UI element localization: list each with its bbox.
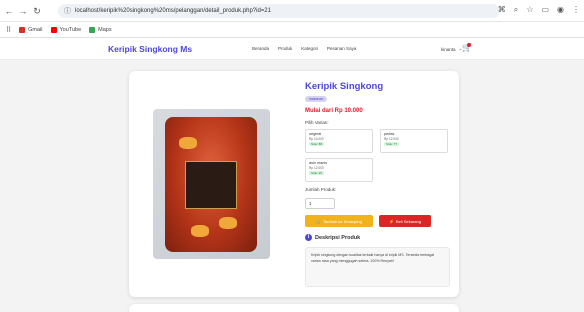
- user-menu[interactable]: kinanta ⌄: [441, 46, 462, 52]
- lightning-icon: ⚡: [389, 218, 395, 224]
- variant-option[interactable]: pedas Rp 12.000 Stok: 77: [380, 129, 448, 153]
- gmail-icon: [19, 26, 26, 33]
- site-header: Keripik Singkong Ms Beranda Produk Kateg…: [0, 38, 584, 60]
- forward-icon[interactable]: →: [18, 6, 28, 16]
- brand-logo[interactable]: Keripik Singkong Ms: [108, 44, 192, 54]
- maps-icon: [89, 26, 96, 33]
- chip-graphic: [219, 217, 237, 229]
- sidebar-icon[interactable]: ▭: [541, 5, 549, 15]
- browser-toolbar: ← → ↻ ⓘ localhost/keripik%20singkong%20m…: [0, 0, 584, 22]
- bookmark-maps[interactable]: Maps: [89, 26, 112, 33]
- category-badge: makanan: [305, 96, 328, 102]
- bag-label-graphic: [185, 161, 237, 209]
- main-nav: Beranda Produk Kategori Pesanan Saya: [252, 46, 356, 51]
- bookmark-youtube[interactable]: YouTube: [50, 26, 82, 33]
- cart-icon: 🛒: [316, 218, 322, 224]
- translate-icon[interactable]: ⌘: [498, 5, 506, 15]
- variant-stock-badge: Stok: 88: [309, 142, 325, 146]
- nav-item-produk[interactable]: Produk: [278, 46, 292, 51]
- back-icon[interactable]: ←: [4, 6, 14, 16]
- address-bar[interactable]: ⓘ localhost/keripik%20singkong%20ms/pela…: [58, 4, 500, 18]
- variant-name: pedas: [384, 132, 395, 136]
- variant-price: Rp 10.000: [309, 137, 324, 141]
- chip-graphic: [179, 137, 197, 149]
- variant-option[interactable]: asin manis Rp 12.000 Stok: 20: [305, 158, 373, 182]
- variant-option[interactable]: original Rp 10.000 Stok: 88: [305, 129, 373, 153]
- info-circle-icon: ⓘ: [64, 8, 71, 15]
- bookmarks-bar: ⠿ Gmail YouTube Maps: [0, 22, 584, 38]
- variant-price: Rp 12.000: [384, 137, 399, 141]
- variant-label: Pilih Varian:: [305, 120, 329, 125]
- apps-icon[interactable]: ⠿: [6, 26, 11, 34]
- nav-item-kategori[interactable]: Kategori: [301, 46, 318, 51]
- bookmark-label: YouTube: [59, 26, 82, 33]
- youtube-icon: [50, 26, 57, 33]
- description-heading: i Deskripsi Produk: [305, 234, 360, 241]
- product-title: Keripik Singkong: [305, 81, 384, 92]
- menu-icon[interactable]: ⋮: [572, 5, 580, 15]
- bookmark-gmail[interactable]: Gmail: [19, 26, 43, 33]
- variant-name: original: [309, 132, 322, 136]
- next-section-card: [129, 304, 459, 312]
- add-to-cart-button[interactable]: 🛒 Tambah ke Keranjang: [305, 215, 373, 227]
- add-to-cart-label: Tambah ke Keranjang: [323, 218, 362, 224]
- nav-item-beranda[interactable]: Beranda: [252, 46, 269, 51]
- description-box: Kripik singkong dengan kualitas terbaik …: [305, 247, 450, 287]
- browser-actions: ⌘ ⌕ ☆ ▭ ◉ ⋮: [498, 5, 580, 15]
- quantity-input[interactable]: 1: [305, 198, 335, 209]
- variant-name: asin manis: [309, 161, 328, 165]
- quantity-label: Jumlah Produk:: [305, 187, 337, 192]
- profile-icon[interactable]: ◉: [557, 5, 564, 15]
- star-icon[interactable]: ☆: [526, 5, 533, 15]
- cart-badge: [467, 43, 471, 47]
- variant-stock-badge: Stok: 20: [309, 171, 325, 175]
- buy-now-button[interactable]: ⚡ Beli Sekarang: [379, 215, 431, 227]
- chip-graphic: [191, 225, 209, 237]
- nav-item-pesanan[interactable]: Pesanan Saya: [327, 46, 356, 51]
- bookmark-label: Gmail: [28, 26, 43, 33]
- url-text: localhost/keripik%20singkong%20ms/pelang…: [75, 8, 271, 14]
- product-card: Keripik Singkong makanan Mulai dari Rp 1…: [129, 71, 459, 297]
- reload-icon[interactable]: ↻: [32, 6, 42, 16]
- description-heading-text: Deskripsi Produk: [315, 234, 361, 241]
- product-price: Mulai dari Rp 10.000: [305, 108, 363, 114]
- info-icon: i: [305, 234, 312, 241]
- variant-price: Rp 12.000: [309, 166, 324, 170]
- buy-now-label: Beli Sekarang: [396, 218, 421, 224]
- bookmark-label: Maps: [98, 26, 112, 33]
- product-image: [153, 109, 270, 259]
- zoom-icon[interactable]: ⌕: [514, 5, 518, 15]
- product-bag-illustration: [165, 117, 257, 252]
- user-name: kinanta: [441, 46, 456, 52]
- variant-stock-badge: Stok: 77: [384, 142, 400, 146]
